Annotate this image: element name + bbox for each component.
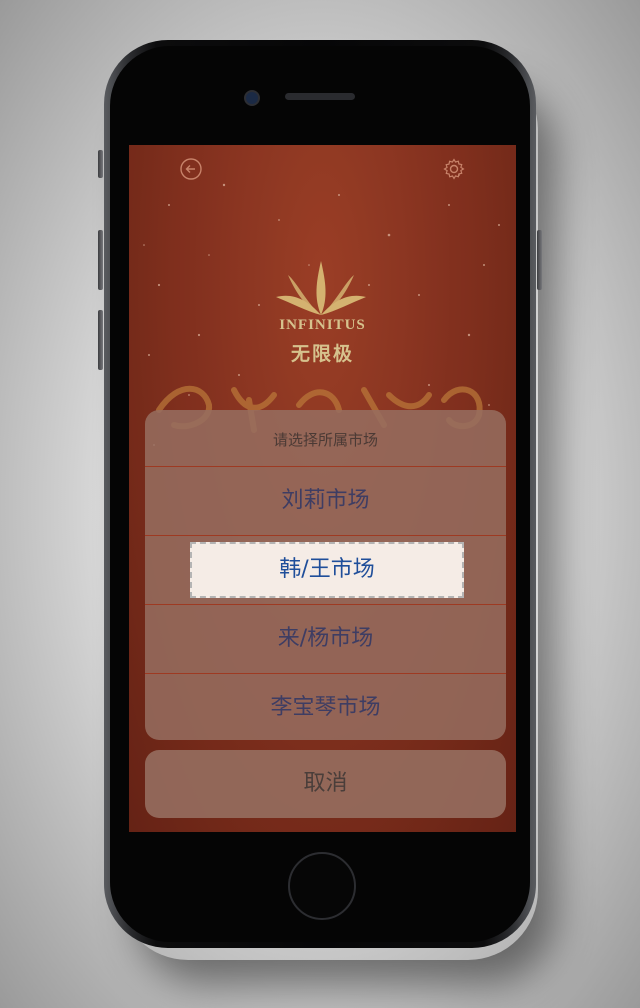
mute-switch (98, 150, 103, 178)
market-option-label: 韩/王市场 (279, 557, 375, 582)
volume-down-button (98, 310, 103, 370)
market-option-liuli[interactable]: 刘莉市场 (145, 467, 506, 536)
power-button (537, 230, 542, 290)
earpiece-speaker (285, 93, 355, 100)
market-option-label: 来/杨市场 (277, 626, 374, 651)
home-button[interactable] (288, 852, 356, 920)
market-option-li-baoqin[interactable]: 李宝琴市场 (145, 674, 506, 740)
selected-option-highlight: 韩/王市场 (190, 542, 464, 598)
action-sheet-title: 请选择所属市场 (145, 410, 506, 467)
front-camera (244, 90, 260, 106)
cancel-label: 取消 (303, 771, 348, 796)
market-option-lai-yang[interactable]: 来/杨市场 (145, 605, 506, 674)
market-action-sheet: 请选择所属市场 刘莉市场 韩/王市场 来/杨市场 李宝琴市场 (145, 410, 506, 740)
market-option-label: 刘莉市场 (281, 488, 370, 513)
market-option-han-wang[interactable]: 韩/王市场 (145, 536, 506, 605)
volume-up-button (98, 230, 103, 290)
market-option-label: 李宝琴市场 (270, 695, 381, 720)
cancel-button[interactable]: 取消 (145, 750, 506, 818)
